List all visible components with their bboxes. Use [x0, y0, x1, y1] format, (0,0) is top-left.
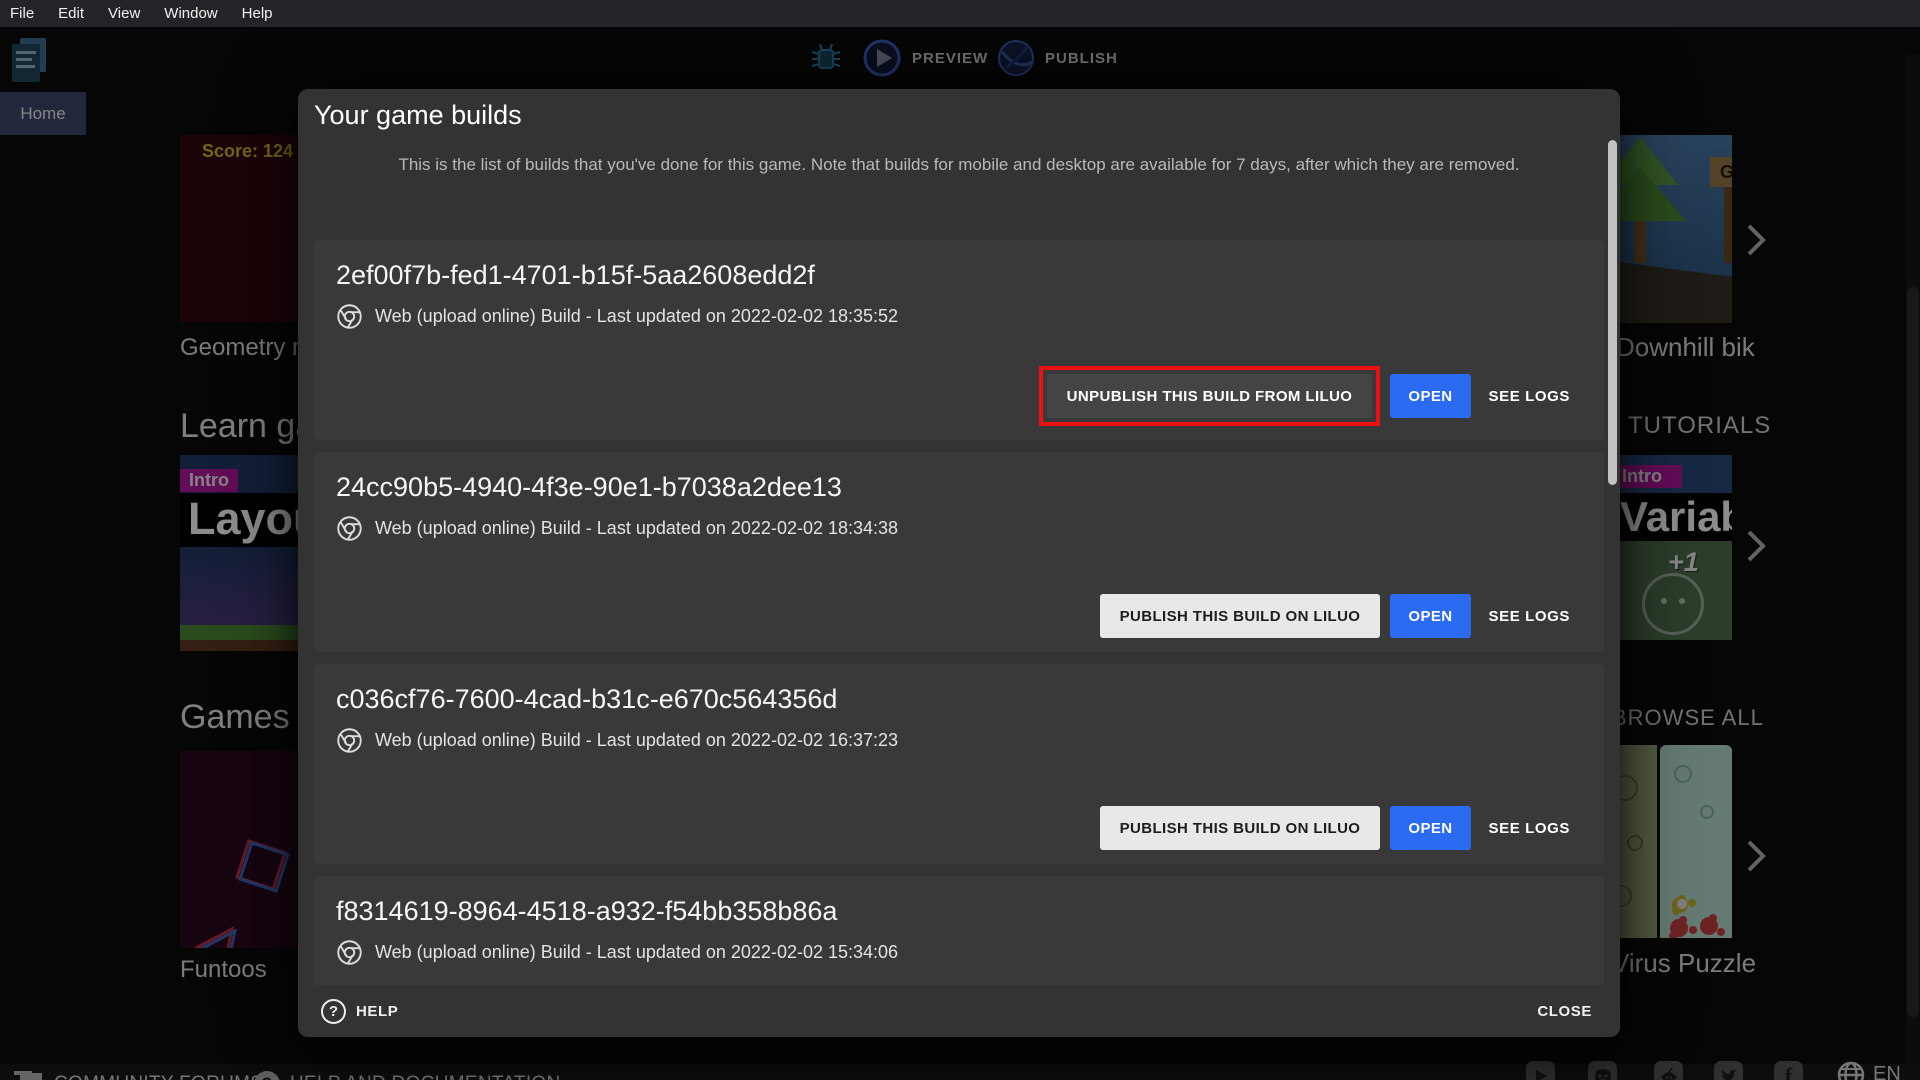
build-id: 2ef00f7b-fed1-4701-b15f-5aa2608edd2f	[336, 260, 1578, 291]
publish-build-button[interactable]: PUBLISH THIS BUILD ON LILUO	[1100, 594, 1381, 638]
open-build-button[interactable]: OPEN	[1390, 594, 1470, 638]
build-info-text: Web (upload online) Build - Last updated…	[375, 730, 898, 751]
dialog-actions-bar: ? HELP CLOSE	[298, 985, 1620, 1037]
menu-bar: File Edit View Window Help	[0, 0, 1920, 27]
build-card: c036cf76-7600-4cad-b31c-e670c564356d Web…	[314, 664, 1604, 864]
see-logs-button[interactable]: SEE LOGS	[1481, 806, 1579, 850]
menu-file[interactable]: File	[10, 5, 34, 22]
build-card: f8314619-8964-4518-a932-f54bb358b86a Web…	[314, 876, 1604, 985]
dialog-description: This is the list of builds that you've d…	[359, 151, 1559, 179]
help-question-icon: ?	[321, 999, 346, 1024]
game-builds-dialog: Your game builds This is the list of bui…	[298, 89, 1620, 1037]
menu-help[interactable]: Help	[242, 5, 273, 22]
build-id: f8314619-8964-4518-a932-f54bb358b86a	[336, 896, 1578, 927]
publish-build-button[interactable]: PUBLISH THIS BUILD ON LILUO	[1100, 806, 1381, 850]
build-id: c036cf76-7600-4cad-b31c-e670c564356d	[336, 684, 1578, 715]
menu-view[interactable]: View	[108, 5, 140, 22]
unpublish-build-button[interactable]: UNPUBLISH THIS BUILD FROM LILUO	[1047, 374, 1373, 418]
menu-window[interactable]: Window	[164, 5, 217, 22]
build-info-text: Web (upload online) Build - Last updated…	[375, 942, 898, 963]
menu-edit[interactable]: Edit	[58, 5, 84, 22]
annotation-highlight-box: UNPUBLISH THIS BUILD FROM LILUO	[1039, 366, 1381, 426]
build-card: 2ef00f7b-fed1-4701-b15f-5aa2608edd2f Web…	[314, 240, 1604, 440]
chrome-web-icon	[336, 939, 363, 966]
open-build-button[interactable]: OPEN	[1390, 806, 1470, 850]
chrome-web-icon	[336, 303, 363, 330]
see-logs-button[interactable]: SEE LOGS	[1481, 374, 1579, 418]
build-list: 2ef00f7b-fed1-4701-b15f-5aa2608edd2f Web…	[314, 240, 1604, 985]
dialog-scrollbar-thumb[interactable]	[1608, 140, 1617, 485]
close-button[interactable]: CLOSE	[1537, 1003, 1592, 1020]
dialog-title: Your game builds	[314, 100, 522, 131]
chrome-web-icon	[336, 727, 363, 754]
open-build-button[interactable]: OPEN	[1390, 374, 1470, 418]
build-info-text: Web (upload online) Build - Last updated…	[375, 518, 898, 539]
see-logs-button[interactable]: SEE LOGS	[1481, 594, 1579, 638]
app-window: PREVIEW PUBLISH Home Score: 124 Geometry…	[0, 0, 1920, 1080]
help-button[interactable]: ? HELP	[321, 999, 398, 1024]
build-card: 24cc90b5-4940-4f3e-90e1-b7038a2dee13 Web…	[314, 452, 1604, 652]
build-info-text: Web (upload online) Build - Last updated…	[375, 306, 898, 327]
build-id: 24cc90b5-4940-4f3e-90e1-b7038a2dee13	[336, 472, 1578, 503]
chrome-web-icon	[336, 515, 363, 542]
